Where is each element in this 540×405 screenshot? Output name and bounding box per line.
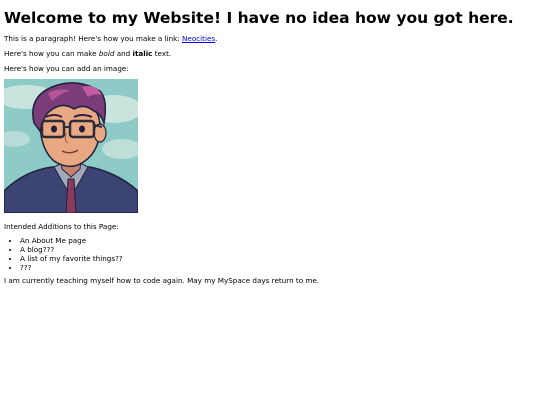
- page-title: Welcome to my Website! I have no idea ho…: [4, 9, 514, 27]
- closing-paragraph: I am currently teaching myself how to co…: [4, 276, 320, 285]
- format-paragraph: Here's how you can make bold and italic …: [4, 49, 171, 58]
- intended-list: An About Me page A blog??? A list of my …: [4, 236, 123, 272]
- image-paragraph: Here's how you can add an image:: [4, 64, 129, 73]
- italic-example: bold: [98, 49, 115, 58]
- avatar-illustration: [0, 79, 142, 214]
- format-text-3: text.: [152, 49, 172, 58]
- intro-paragraph: This is a paragraph! Here's how you make…: [4, 34, 217, 43]
- list-item: A list of my favorite things??: [20, 254, 123, 263]
- intro-period: .: [215, 34, 218, 43]
- list-item: An About Me page: [20, 236, 123, 245]
- bold-example: italic: [132, 49, 153, 58]
- avatar-image: [0, 79, 142, 214]
- neocities-link[interactable]: Neocities: [182, 34, 215, 43]
- intro-text: This is a paragraph! Here's how you make…: [4, 34, 183, 43]
- intended-heading: Intended Additions to this Page:: [4, 222, 119, 231]
- list-item: ???: [20, 263, 123, 272]
- format-text-1: Here's how you can make: [4, 49, 99, 58]
- list-item: A blog???: [20, 245, 123, 254]
- format-text-2: and: [114, 49, 133, 58]
